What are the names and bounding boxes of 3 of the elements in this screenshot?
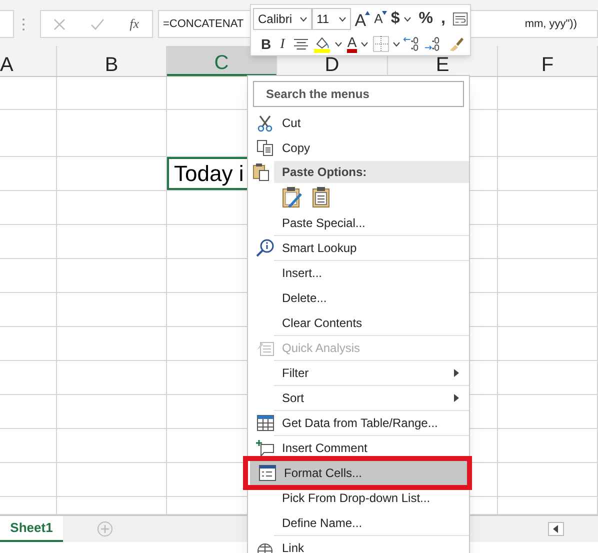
formula-text: mm, yyy")) [524, 16, 577, 32]
menu-section-header: Paste Options: [274, 161, 469, 183]
formula-text: =CONCATENAT [163, 16, 244, 32]
